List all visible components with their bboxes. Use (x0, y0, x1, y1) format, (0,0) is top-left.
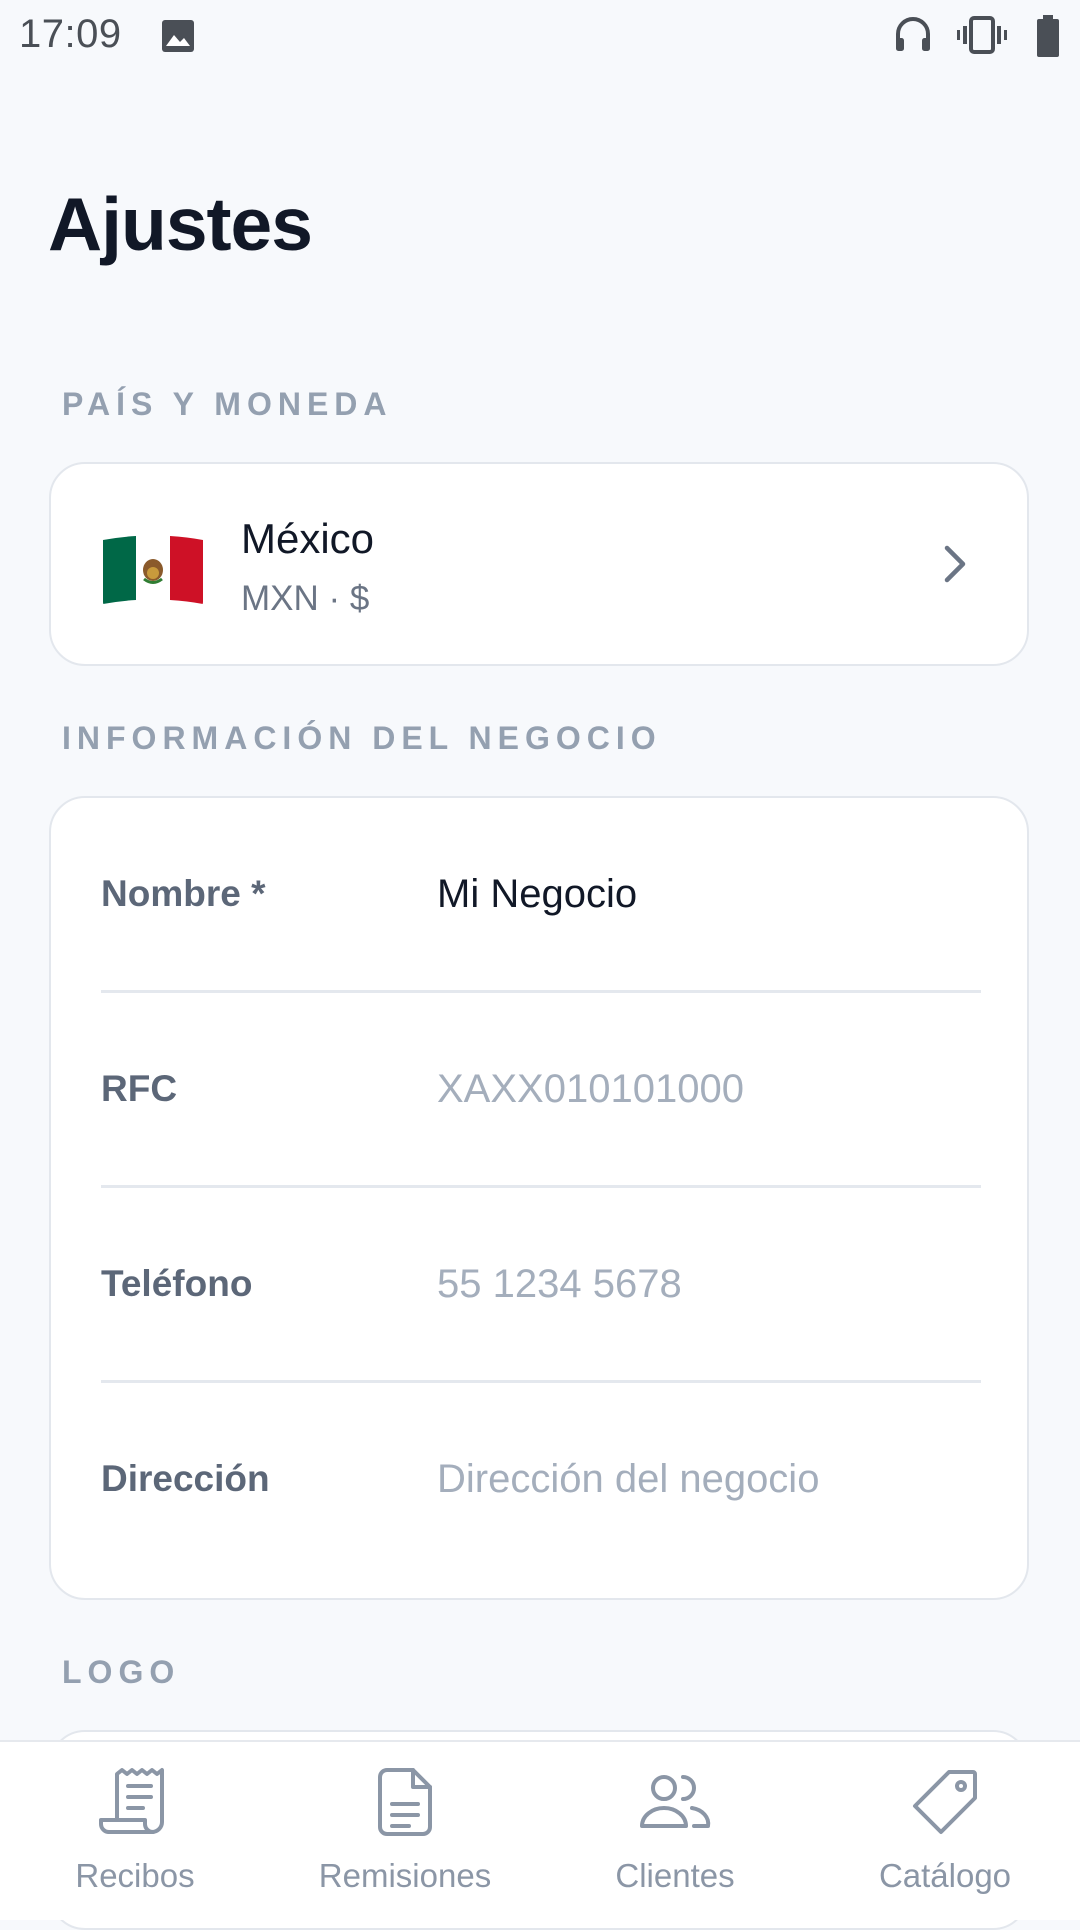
field-label-nombre: Nombre * (101, 873, 266, 914)
chevron-right-icon (944, 545, 966, 583)
telefono-input[interactable] (437, 1260, 977, 1308)
field-row-telefono: Teléfono (101, 1188, 981, 1383)
field-label-telefono: Teléfono (101, 1263, 253, 1304)
users-icon (640, 1775, 711, 1828)
headphones-icon (896, 17, 930, 51)
receipt-icon (99, 1768, 164, 1834)
field-row-rfc: RFC (101, 993, 981, 1188)
status-bar: 17:09 (0, 0, 1080, 76)
country-currency: MXN · $ (241, 579, 370, 618)
status-time: 17:09 (19, 12, 122, 56)
business-info-card: Nombre * RFC Teléfono Dirección (49, 796, 1029, 1600)
nav-label-recibos: Recibos (75, 1857, 195, 1894)
nav-label-remisiones: Remisiones (318, 1857, 492, 1894)
field-row-nombre: Nombre * (101, 798, 981, 993)
direccion-input[interactable] (437, 1455, 977, 1503)
section-label-logo: LOGO (62, 1654, 181, 1690)
field-label-rfc: RFC (101, 1068, 178, 1109)
page-title: Ajustes (48, 182, 313, 266)
nav-label-clientes: Clientes (615, 1857, 735, 1894)
nav-item-recibos[interactable]: Recibos (0, 1742, 270, 1920)
field-label-direccion: Dirección (101, 1458, 270, 1499)
field-row-direccion: Dirección (101, 1383, 981, 1578)
nav-item-catalogo[interactable]: Catálogo (810, 1742, 1080, 1920)
tag-icon (913, 1770, 977, 1834)
nav-item-clientes[interactable]: Clientes (540, 1742, 810, 1920)
rfc-input[interactable] (437, 1065, 977, 1113)
country-name: México (241, 515, 375, 562)
nav-item-remisiones[interactable]: Remisiones (270, 1742, 540, 1920)
bottom-nav: Recibos Remisiones Clientes Catálogo (0, 1740, 1080, 1920)
country-selector[interactable]: México MXN · $ (49, 462, 1029, 666)
mexico-flag-icon (103, 536, 203, 604)
nav-label-catalogo: Catálogo (878, 1857, 1012, 1894)
image-icon (162, 20, 194, 52)
section-label-business: INFORMACIÓN DEL NEGOCIO (62, 720, 662, 756)
battery-icon (1037, 15, 1059, 57)
document-icon (378, 1768, 432, 1836)
nombre-input[interactable] (437, 870, 977, 918)
vibrate-icon (957, 16, 1007, 54)
section-label-country: PAÍS Y MONEDA (62, 386, 393, 422)
